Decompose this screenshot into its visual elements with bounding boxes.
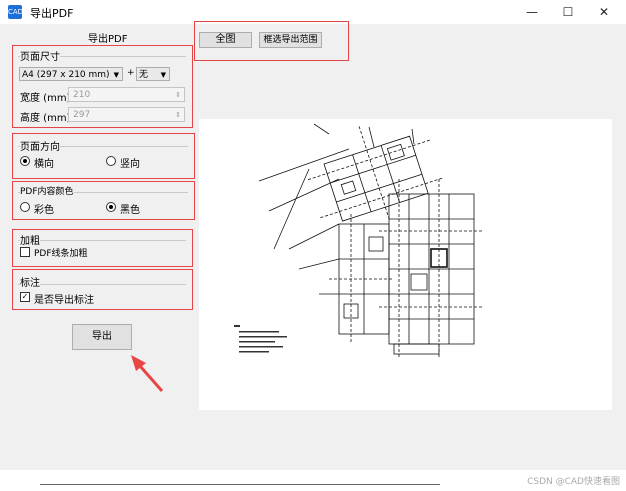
export-pdf-window: CAD 导出PDF — ☐ ✕ 导出PDF 页面尺寸 A4 (297 x 210…	[0, 0, 626, 491]
red-arrow-icon	[131, 355, 164, 392]
watermark: CSDN @CAD快速看图	[527, 477, 620, 487]
background-line	[40, 484, 440, 485]
